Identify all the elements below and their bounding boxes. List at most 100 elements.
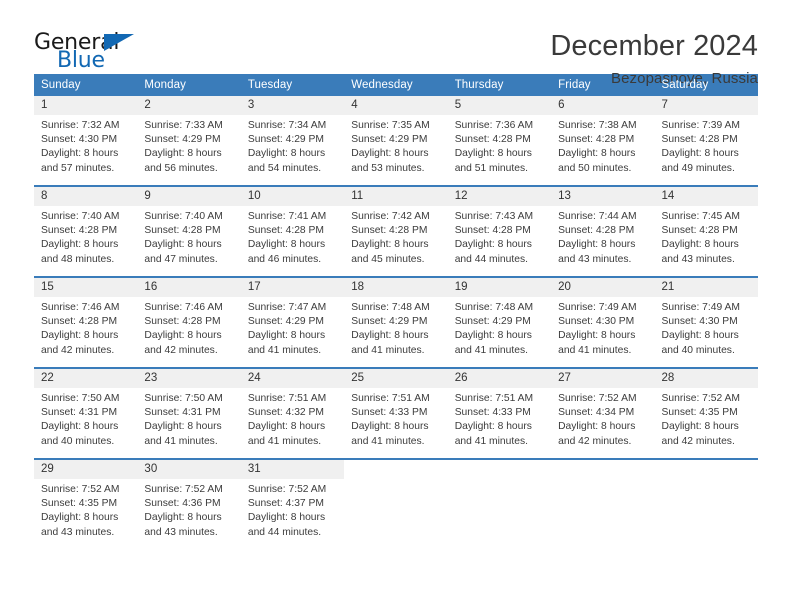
day-sun-info: Sunrise: 7:50 AM Sunset: 4:31 PM Daylight:… — [34, 388, 137, 449]
sunrise-text: Sunrise: 7:34 AM — [247, 120, 327, 132]
calendar-day-cell[interactable]: 26 Sunrise: 7:51 AM Sunset: 4:33 PM Dayligh… — [447, 369, 552, 458]
sunset-text: Sunset: 4:33 PM — [454, 407, 531, 419]
calendar-day-cell[interactable]: 22 Sunrise: 7:50 AM Sunset: 4:31 PM Dayligh… — [34, 369, 138, 458]
weekday-header-thursday: Thursday — [454, 79, 504, 91]
day-number: 8 — [34, 187, 138, 207]
sunrise-text: Sunrise: 7:51 AM — [454, 393, 534, 405]
sunset-text: Sunset: 4:29 PM — [351, 316, 428, 328]
daylight-text: Daylight: 8 hours and 48 minutes. — [41, 239, 119, 265]
day-number: 26 — [447, 369, 552, 389]
sunrise-text: Sunrise: 7:41 AM — [247, 211, 327, 223]
sunrise-text: Sunrise: 7:52 AM — [247, 484, 327, 496]
daylight-text: Daylight: 8 hours and 50 minutes. — [558, 148, 636, 174]
calendar-day-cell[interactable]: 28 Sunrise: 7:52 AM Sunset: 4:35 PM Dayligh… — [654, 369, 758, 458]
calendar-day-cell[interactable]: 2 Sunrise: 7:33 AM Sunset: 4:29 PM Daylight… — [137, 96, 241, 185]
sunrise-text: Sunrise: 7:52 AM — [144, 484, 223, 496]
day-number: 7 — [654, 96, 758, 116]
sunset-text: Sunset: 4:28 PM — [558, 225, 635, 237]
calendar-day-cell[interactable]: 5 Sunrise: 7:36 AM Sunset: 4:28 PM Daylight… — [447, 96, 552, 185]
day-sun-info: Sunrise: 7:44 AM Sunset: 4:28 PM Daylight:… — [551, 206, 654, 267]
day-number — [344, 460, 447, 479]
sunset-text: Sunset: 4:37 PM — [247, 498, 324, 510]
day-sun-info: Sunrise: 7:49 AM Sunset: 4:30 PM Daylight:… — [655, 297, 758, 358]
calendar-day-cell[interactable]: 25 Sunrise: 7:51 AM Sunset: 4:33 PM Dayligh… — [344, 369, 448, 458]
day-sun-info: Sunrise: 7:34 AM Sunset: 4:29 PM Daylight:… — [241, 115, 344, 176]
daylight-text: Daylight: 8 hours and 47 minutes. — [144, 239, 222, 265]
sunset-text: Sunset: 4:35 PM — [661, 407, 738, 419]
daylight-text: Daylight: 8 hours and 51 minutes. — [454, 148, 532, 174]
sunset-text: Sunset: 4:29 PM — [144, 134, 221, 146]
daylight-text: Daylight: 8 hours and 40 minutes. — [661, 330, 739, 356]
general-blue-logo[interactable]: General Blue — [34, 30, 154, 78]
calendar-day-cell[interactable]: 16 Sunrise: 7:46 AM Sunset: 4:28 PM Dayligh… — [137, 278, 241, 367]
sunrise-text: Sunrise: 7:38 AM — [558, 120, 637, 132]
calendar-empty-cell — [448, 460, 551, 549]
calendar-day-cell[interactable]: 13 Sunrise: 7:44 AM Sunset: 4:28 PM Dayligh… — [551, 187, 655, 276]
sunset-text: Sunset: 4:30 PM — [41, 134, 118, 146]
calendar-day-cell[interactable]: 31 Sunrise: 7:52 AM Sunset: 4:37 PM Dayligh… — [240, 460, 345, 549]
daylight-text: Daylight: 8 hours and 42 minutes. — [661, 421, 739, 447]
day-number: 25 — [344, 369, 448, 389]
day-number: 1 — [34, 96, 138, 116]
calendar-day-cell[interactable]: 10 Sunrise: 7:41 AM Sunset: 4:28 PM Dayligh… — [240, 187, 345, 276]
calendar-day-cell[interactable]: 27 Sunrise: 7:52 AM Sunset: 4:34 PM Dayligh… — [551, 369, 655, 458]
day-sun-info: Sunrise: 7:43 AM Sunset: 4:28 PM Daylight:… — [448, 206, 551, 267]
calendar-day-cell[interactable]: 19 Sunrise: 7:48 AM Sunset: 4:29 PM Dayligh… — [447, 278, 552, 367]
day-number: 5 — [447, 96, 552, 116]
calendar-day-cell[interactable]: 1 Sunrise: 7:32 AM Sunset: 4:30 PM Daylight… — [34, 96, 138, 185]
calendar-day-cell[interactable]: 17 Sunrise: 7:47 AM Sunset: 4:29 PM Dayligh… — [240, 278, 345, 367]
calendar-day-cell[interactable]: 15 Sunrise: 7:46 AM Sunset: 4:28 PM Dayligh… — [34, 278, 138, 367]
calendar-day-cell[interactable]: 6 Sunrise: 7:38 AM Sunset: 4:28 PM Daylight… — [551, 96, 655, 185]
sunrise-text: Sunrise: 7:49 AM — [661, 302, 740, 314]
calendar-day-cell[interactable]: 21 Sunrise: 7:49 AM Sunset: 4:30 PM Dayligh… — [654, 278, 758, 367]
calendar-day-cell[interactable]: 8 Sunrise: 7:40 AM Sunset: 4:28 PM Daylight… — [34, 187, 138, 276]
day-sun-info: Sunrise: 7:50 AM Sunset: 4:31 PM Daylight:… — [137, 388, 240, 449]
day-number: 16 — [137, 278, 241, 298]
sunrise-text: Sunrise: 7:45 AM — [661, 211, 740, 223]
calendar-day-cell[interactable]: 7 Sunrise: 7:39 AM Sunset: 4:28 PM Daylight… — [654, 96, 758, 185]
calendar-day-cell[interactable]: 29 Sunrise: 7:52 AM Sunset: 4:35 PM Dayligh… — [34, 460, 138, 549]
day-number: 23 — [137, 369, 241, 389]
calendar-day-cell[interactable]: 4 Sunrise: 7:35 AM Sunset: 4:29 PM Daylight… — [344, 96, 448, 185]
day-sun-info: Sunrise: 7:41 AM Sunset: 4:28 PM Daylight:… — [241, 206, 344, 267]
daylight-text: Daylight: 8 hours and 42 minutes. — [558, 421, 636, 447]
calendar-day-cell[interactable]: 11 Sunrise: 7:42 AM Sunset: 4:28 PM Dayligh… — [344, 187, 448, 276]
sunrise-text: Sunrise: 7:52 AM — [661, 393, 740, 405]
day-number: 21 — [654, 278, 758, 298]
day-sun-info: Sunrise: 7:33 AM Sunset: 4:29 PM Daylight:… — [137, 115, 240, 176]
day-number: 6 — [551, 96, 655, 116]
day-sun-info: Sunrise: 7:45 AM Sunset: 4:28 PM Daylight:… — [655, 206, 758, 267]
daylight-text: Daylight: 8 hours and 44 minutes. — [454, 239, 532, 265]
day-number: 31 — [240, 460, 345, 480]
sunrise-text: Sunrise: 7:51 AM — [247, 393, 327, 405]
sunset-text: Sunset: 4:28 PM — [41, 225, 118, 237]
calendar-day-cell[interactable]: 9 Sunrise: 7:40 AM Sunset: 4:28 PM Daylight… — [137, 187, 241, 276]
day-sun-info: Sunrise: 7:39 AM Sunset: 4:28 PM Daylight:… — [655, 115, 758, 176]
page-header: General Blue December 2024 Bezopasnoye, … — [0, 0, 792, 87]
daylight-text: Daylight: 8 hours and 44 minutes. — [247, 512, 326, 538]
calendar-day-cell[interactable]: 12 Sunrise: 7:43 AM Sunset: 4:28 PM Dayligh… — [447, 187, 552, 276]
sunset-text: Sunset: 4:28 PM — [661, 225, 738, 237]
day-sun-info: Sunrise: 7:48 AM Sunset: 4:29 PM Daylight:… — [344, 297, 447, 358]
calendar-day-cell[interactable]: 23 Sunrise: 7:50 AM Sunset: 4:31 PM Dayligh… — [137, 369, 241, 458]
daylight-text: Daylight: 8 hours and 49 minutes. — [661, 148, 739, 174]
calendar-day-cell[interactable]: 30 Sunrise: 7:52 AM Sunset: 4:36 PM Dayligh… — [137, 460, 241, 549]
daylight-text: Daylight: 8 hours and 46 minutes. — [247, 239, 326, 265]
calendar-day-cell[interactable]: 18 Sunrise: 7:48 AM Sunset: 4:29 PM Dayligh… — [344, 278, 448, 367]
sunrise-text: Sunrise: 7:46 AM — [41, 302, 120, 314]
day-sun-info: Sunrise: 7:52 AM Sunset: 4:35 PM Daylight:… — [34, 479, 137, 540]
calendar-day-cell[interactable]: 3 Sunrise: 7:34 AM Sunset: 4:29 PM Daylight… — [240, 96, 345, 185]
day-sun-info: Sunrise: 7:51 AM Sunset: 4:33 PM Daylight:… — [344, 388, 447, 449]
day-sun-info: Sunrise: 7:48 AM Sunset: 4:29 PM Daylight:… — [448, 297, 551, 358]
calendar-day-cell[interactable]: 14 Sunrise: 7:45 AM Sunset: 4:28 PM Dayligh… — [654, 187, 758, 276]
day-number: 20 — [551, 278, 655, 298]
sunrise-text: Sunrise: 7:35 AM — [351, 120, 430, 132]
calendar-day-cell[interactable]: 20 Sunrise: 7:49 AM Sunset: 4:30 PM Dayligh… — [551, 278, 655, 367]
calendar-day-cell[interactable]: 24 Sunrise: 7:51 AM Sunset: 4:32 PM Dayligh… — [240, 369, 345, 458]
calendar-empty-cell — [551, 460, 654, 549]
day-number: 19 — [447, 278, 552, 298]
day-sun-info: Sunrise: 7:35 AM Sunset: 4:29 PM Daylight:… — [344, 115, 447, 176]
calendar-week-row: 29 Sunrise: 7:52 AM Sunset: 4:35 PM Dayligh… — [34, 458, 758, 549]
day-sun-info: Sunrise: 7:36 AM Sunset: 4:28 PM Daylight:… — [448, 115, 551, 176]
daylight-text: Daylight: 8 hours and 40 minutes. — [41, 421, 119, 447]
